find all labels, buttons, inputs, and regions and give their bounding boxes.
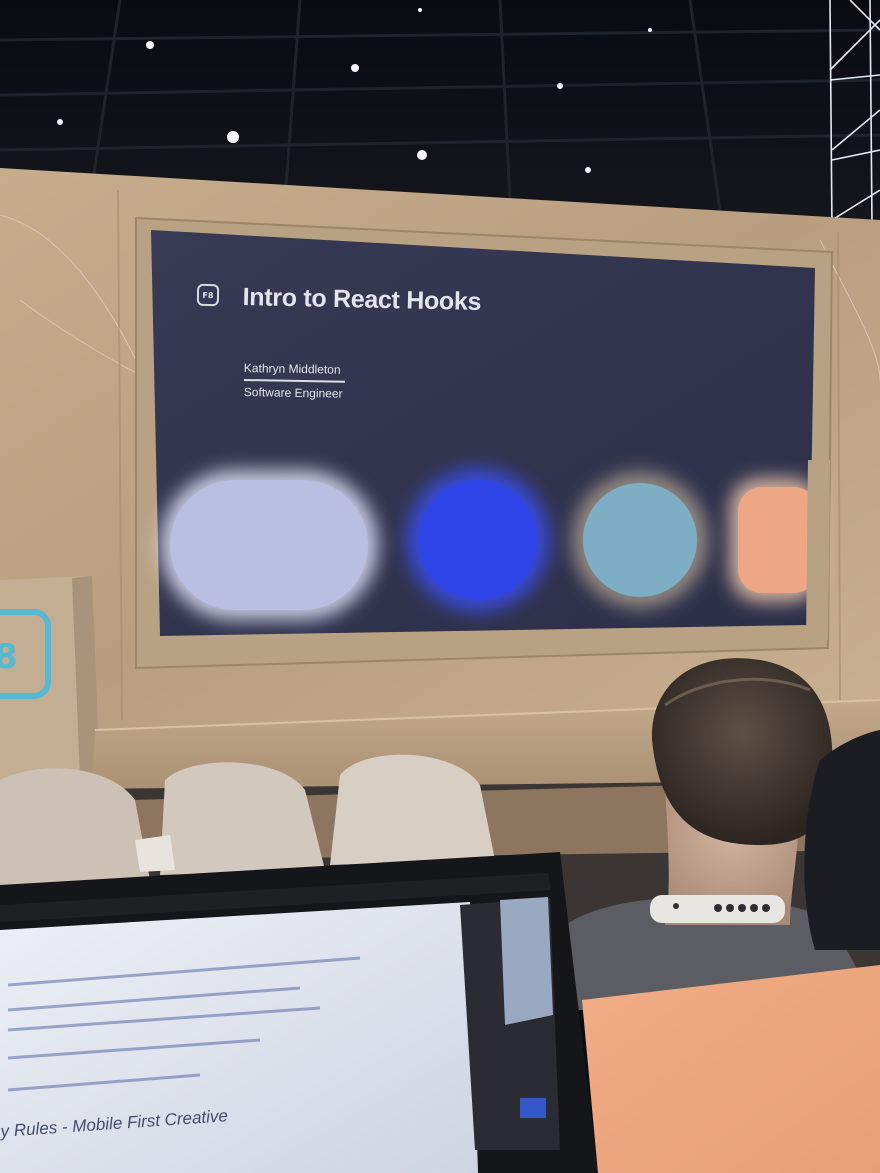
laptop [0,852,598,1173]
slide-shape-circle [583,483,697,597]
laptop-screen [0,902,478,1173]
speaker-role: Software Engineer [243,385,343,401]
speaker-name: Kathryn Middleton [243,361,341,377]
chair-seat [135,835,175,872]
slide-shape-pill [170,480,368,610]
laptop-blue-button [520,1098,546,1118]
desk-surface [582,965,880,1173]
slide-shape-rounded [738,487,818,593]
slide-logo: F8 [196,283,220,307]
slide-shape-circle [418,480,538,600]
slide-title: Intro to React Hooks [242,283,482,316]
laptop-sidepanel-image [500,897,553,1025]
podium-logo-text: 8 [0,637,18,677]
conference-photo: 8 [0,0,880,1173]
